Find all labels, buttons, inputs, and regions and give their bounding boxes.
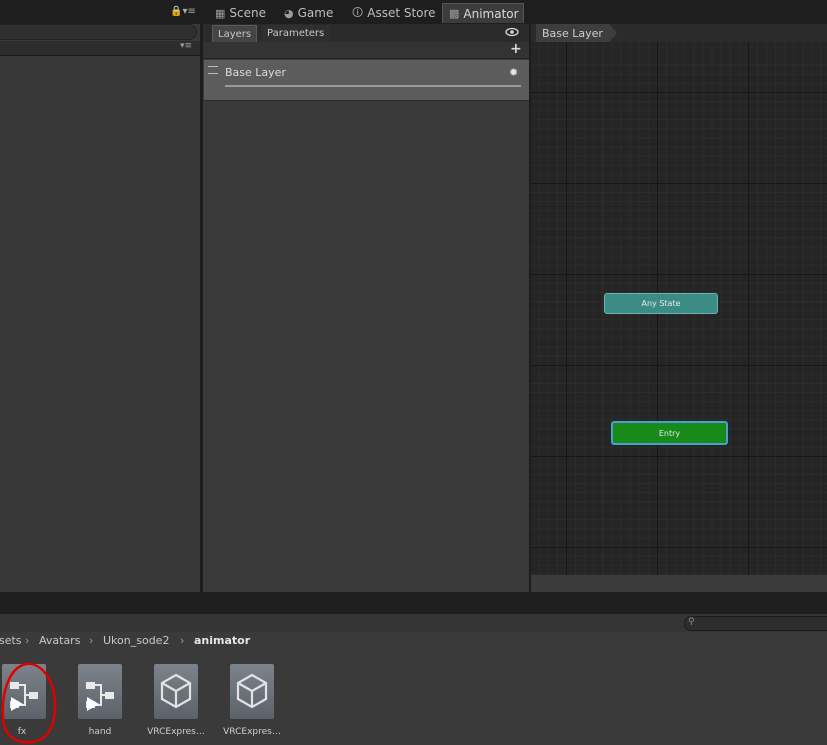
layers-list-empty-area [204, 101, 529, 592]
asset-fx[interactable] [2, 664, 46, 720]
unity-asset-icon [236, 673, 268, 709]
chevron-right-icon: › [89, 634, 94, 647]
asset-vrc-expressions-2[interactable] [230, 664, 274, 720]
tab-scene-label: Scene [229, 6, 266, 20]
tab-game[interactable]: ◕ Game [278, 3, 339, 23]
breadcrumb-ukon-sode2[interactable]: Ukon_sode2 [103, 634, 169, 647]
add-layer-button[interactable]: + [510, 41, 522, 57]
graph-breadcrumb[interactable]: Base Layer [536, 24, 617, 42]
hierarchy-panel [0, 24, 200, 592]
asset-label: VRCExpres… [147, 727, 205, 737]
tab-game-label: Game [297, 6, 334, 20]
grid-icon: ▦ [215, 6, 226, 20]
tab-layers[interactable]: Layers [212, 25, 258, 42]
project-search-input[interactable] [684, 616, 827, 631]
asset-label: VRCExpres… [223, 727, 281, 737]
breadcrumb-avatars[interactable]: Avatars [39, 634, 80, 647]
window-divider [0, 592, 827, 614]
chevron-right-icon: › [25, 634, 30, 647]
entry-state-node[interactable]: Entry [611, 421, 728, 445]
tab-scene[interactable]: ▦ Scene [209, 3, 272, 23]
tab-asset-store[interactable]: 🛈 Asset Store [346, 3, 442, 23]
graph-bottom-bar [531, 575, 827, 592]
asset-vrc-expressions-1[interactable] [154, 664, 198, 720]
shopping-bag-icon: 🛈 [352, 5, 364, 19]
tab-parameters[interactable]: Parameters [262, 25, 330, 42]
hierarchy-header [0, 41, 200, 56]
tab-animator[interactable]: ▩ Animator [442, 3, 524, 23]
breadcrumb-assets[interactable]: sets [0, 634, 22, 647]
asset-label: fx [17, 727, 27, 737]
play-icon [11, 697, 23, 711]
layers-toolbar [203, 42, 530, 59]
breadcrumb-animator[interactable]: animator [194, 634, 250, 647]
gear-icon[interactable]: ✹ [509, 66, 518, 79]
lock-menu-icon[interactable]: 🔒▾≡ [170, 6, 196, 17]
pacman-icon: ◕ [284, 6, 294, 20]
animator-icon: ▩ [449, 7, 460, 20]
chevron-right-icon: › [180, 634, 185, 647]
panel-menu-icon[interactable]: ▾≡ [180, 41, 192, 51]
asset-hand[interactable] [78, 664, 122, 720]
any-state-node[interactable]: Any State [604, 293, 718, 314]
asset-label: hand [88, 727, 112, 737]
unity-asset-icon [160, 673, 192, 709]
tab-asset-store-label: Asset Store [367, 6, 436, 20]
tab-animator-label: Animator [463, 6, 519, 21]
search-icon: ⚲ [688, 617, 695, 627]
layer-name: Base Layer [225, 66, 286, 79]
layer-weight-slider[interactable] [225, 85, 521, 87]
eye-icon[interactable] [505, 26, 519, 38]
hierarchy-search-input[interactable] [0, 24, 197, 40]
play-icon [87, 697, 99, 711]
drag-handle-icon[interactable] [208, 66, 218, 74]
